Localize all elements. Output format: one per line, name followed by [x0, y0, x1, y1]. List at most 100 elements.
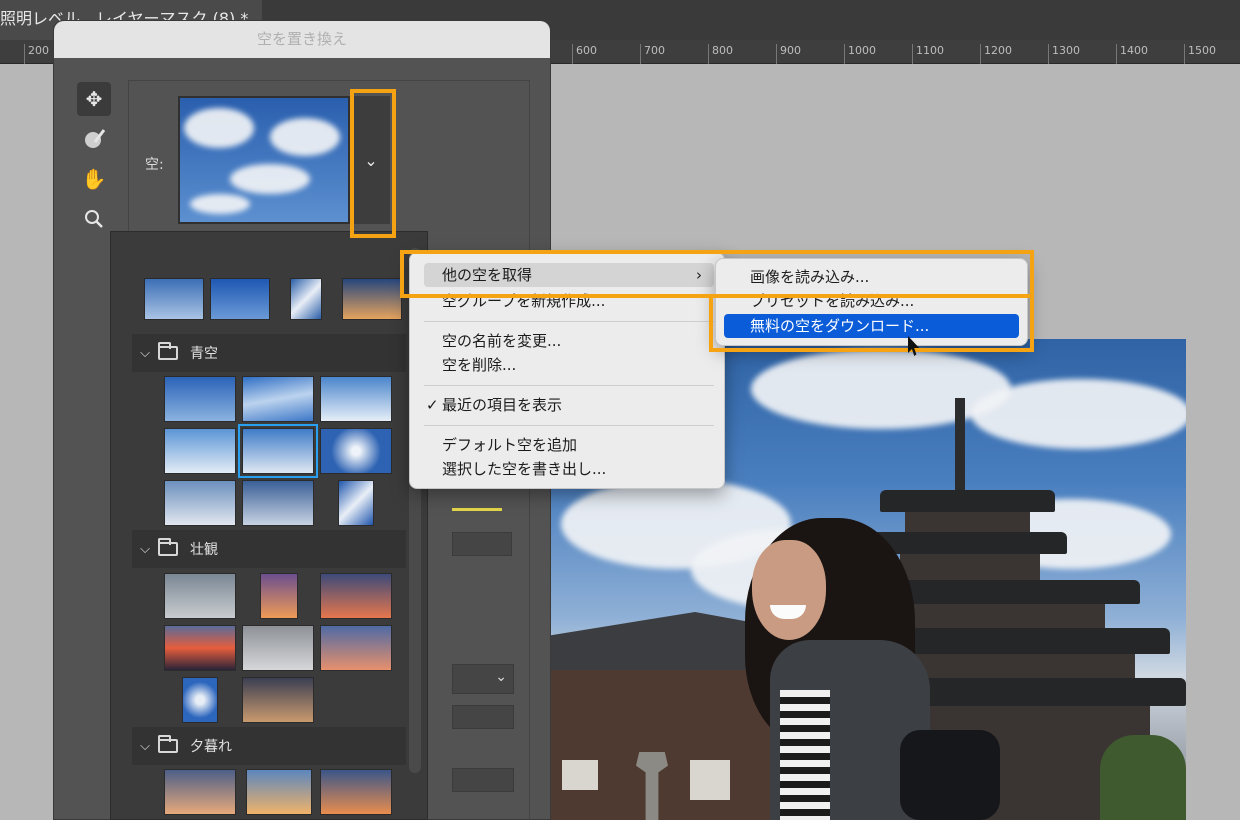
menu-separator	[424, 385, 714, 386]
menu-separator	[424, 321, 714, 322]
menu-item-label: プリセットを読み込み...	[750, 292, 915, 310]
sky-thumb[interactable]	[242, 376, 314, 422]
blend-dropdown[interactable]: ⌄	[452, 664, 514, 694]
preset-folder-spectacular[interactable]: ⌵ 壮観	[132, 530, 406, 568]
sky-thumb[interactable]	[182, 677, 218, 723]
menu-item-import-presets[interactable]: プリセットを読み込み...	[724, 289, 1019, 313]
sky-thumb[interactable]	[164, 573, 236, 619]
cloud	[190, 194, 250, 214]
ruler-tick: 1300	[1048, 44, 1080, 64]
folder-icon	[158, 342, 178, 360]
sky-thumb[interactable]	[164, 480, 236, 526]
menu-item-rename-sky[interactable]: 空の名前を変更...	[424, 329, 714, 353]
chevron-down-icon: ⌵	[140, 541, 150, 557]
sky-thumb[interactable]	[242, 677, 314, 723]
sky-dropdown-button[interactable]: ⌄	[352, 96, 390, 224]
recent-sky-thumb[interactable]	[342, 278, 402, 320]
chevron-right-icon: ›	[696, 266, 702, 284]
sky-thumb[interactable]	[164, 428, 236, 474]
person-shirt	[780, 690, 830, 820]
sky-thumb[interactable]	[164, 769, 236, 815]
pagoda-roof	[880, 580, 1140, 604]
menu-item-label: 画像を読み込み...	[750, 268, 870, 286]
menu-item-label: デフォルト空を追加	[442, 436, 578, 454]
pagoda-body	[900, 554, 1040, 580]
sky-thumb-selected[interactable]	[238, 424, 318, 478]
sky-thumb[interactable]	[164, 376, 236, 422]
ruler-tick: 1000	[844, 44, 876, 64]
recent-sky-thumb[interactable]	[290, 278, 322, 320]
recent-sky-thumb[interactable]	[210, 278, 270, 320]
menu-item-label: 空グループを新規作成...	[442, 292, 606, 310]
menu-item-label: 空の名前を変更...	[442, 332, 562, 350]
hand-icon[interactable]: ✋	[77, 162, 111, 196]
folder-label: 夕暮れ	[190, 739, 232, 755]
menu-separator	[424, 425, 714, 426]
trees	[1100, 735, 1186, 820]
preset-folder-sunset[interactable]: ⌵ 夕暮れ	[132, 727, 406, 765]
color-bar	[452, 508, 502, 511]
menu-item-export-skies[interactable]: 選択した空を書き出し...	[424, 457, 714, 481]
sky-thumb[interactable]	[242, 480, 314, 526]
sky-options-menu: 他の空を取得 › 空グループを新規作成... 空の名前を変更... 空を削除..…	[409, 252, 725, 489]
sky-brush-icon[interactable]	[77, 122, 111, 156]
pagoda-body	[905, 604, 1105, 628]
slider-field[interactable]	[452, 532, 512, 556]
menu-item-label: 空を削除...	[442, 356, 517, 374]
menu-item-label: 他の空を取得	[442, 266, 533, 284]
menu-item-delete-sky[interactable]: 空を削除...	[424, 353, 714, 377]
ruler-tick: 200	[24, 44, 49, 64]
sky-thumb[interactable]	[246, 769, 312, 815]
chevron-down-icon: ⌵	[140, 738, 150, 754]
menu-item-download-free-skies[interactable]: 無料の空をダウンロード...	[724, 314, 1019, 338]
sky-thumb[interactable]	[320, 376, 392, 422]
get-more-skies-submenu: 画像を読み込み... プリセットを読み込み... 無料の空をダウンロード...	[715, 258, 1028, 346]
zoom-icon[interactable]	[77, 202, 111, 236]
sky-thumb[interactable]	[320, 573, 392, 619]
pagoda-body	[905, 512, 1030, 532]
sky-thumb[interactable]	[320, 625, 392, 671]
move-icon[interactable]: ✥	[77, 82, 111, 116]
chevron-down-icon: ⌄	[495, 669, 507, 685]
ruler-tick: 800	[708, 44, 733, 64]
sky-thumb[interactable]	[320, 769, 392, 815]
menu-item-label: 無料の空をダウンロード...	[750, 317, 930, 335]
menu-item-get-more-skies[interactable]: 他の空を取得 ›	[424, 263, 714, 287]
folder-label: 青空	[190, 346, 218, 362]
cloud	[270, 118, 340, 156]
ruler-tick: 1500	[1184, 44, 1216, 64]
sky-thumb[interactable]	[164, 625, 236, 671]
ruler-tick: 1100	[912, 44, 944, 64]
sky-thumb[interactable]	[320, 428, 392, 474]
recent-sky-thumb[interactable]	[144, 278, 204, 320]
chevron-down-icon: ⌄	[364, 150, 378, 170]
menu-item-label: 最近の項目を表示	[442, 396, 563, 414]
ruler-tick: 900	[776, 44, 801, 64]
menu-item-add-default-skies[interactable]: デフォルト空を追加	[424, 433, 714, 457]
menu-item-new-sky-group[interactable]: 空グループを新規作成...	[424, 289, 714, 313]
folder-label: 壮観	[190, 542, 218, 558]
pagoda-roof	[900, 678, 1186, 706]
value-field[interactable]	[452, 705, 514, 729]
chevron-down-icon: ⌵	[140, 345, 150, 361]
cloud	[230, 164, 310, 194]
sky-label: 空:	[145, 157, 164, 173]
sky-thumb[interactable]	[260, 573, 298, 619]
sky-thumb[interactable]	[242, 625, 314, 671]
ruler-tick: 1200	[980, 44, 1012, 64]
cloud	[184, 108, 254, 148]
menu-item-show-recent[interactable]: ✓ 最近の項目を表示	[424, 393, 714, 417]
pagoda-roof	[890, 628, 1170, 654]
menu-item-import-images[interactable]: 画像を読み込み...	[724, 265, 1019, 289]
folder-icon	[158, 735, 178, 753]
dialog-title: 空を置き換え	[54, 21, 550, 58]
value-field[interactable]	[452, 768, 514, 792]
preset-folder-blue-sky[interactable]: ⌵ 青空	[132, 334, 406, 372]
ruler-tick: 1400	[1116, 44, 1148, 64]
temple-window	[562, 760, 598, 790]
sky-preview[interactable]	[178, 96, 350, 224]
menu-item-label: 選択した空を書き出し...	[442, 460, 607, 478]
pagoda-roof	[880, 490, 1055, 512]
ruler-tick: 600	[572, 44, 597, 64]
sky-thumb[interactable]	[338, 480, 374, 526]
